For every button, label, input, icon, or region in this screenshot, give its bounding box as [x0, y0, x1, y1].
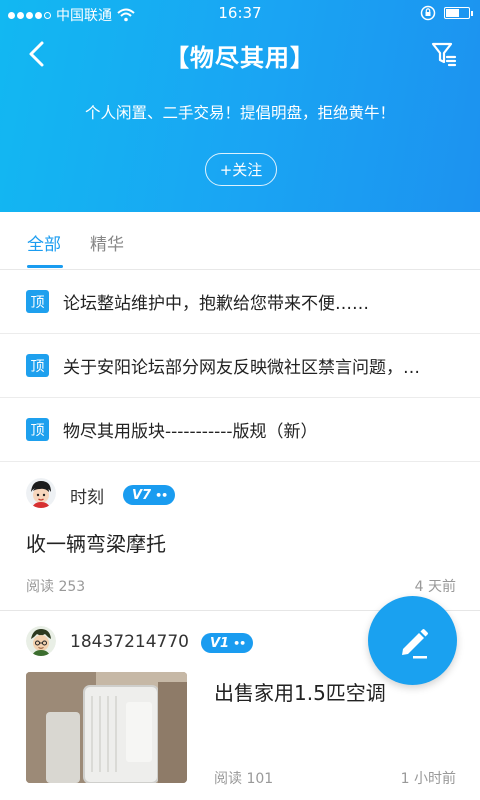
- pinned-title: 关于安阳论坛部分网友反映微社区禁言问题，…: [63, 358, 420, 378]
- tab-bar: 全部 精华: [0, 212, 480, 270]
- pinned-post[interactable]: 顶 物尽其用版块-----------版规（新）: [0, 398, 480, 462]
- avatar[interactable]: [26, 626, 56, 656]
- cartoon-avatar-icon: [26, 626, 56, 656]
- post-title: 收一辆弯梁摩托: [26, 532, 166, 556]
- pinned-badge: 顶: [26, 418, 49, 441]
- level-badge: V7 ••: [123, 485, 176, 505]
- forum-board-page: 中国联通 16:37 【物尽其用】 个人闲置、二手交易！提倡明盘，拒绝黄牛！ +…: [0, 0, 480, 800]
- pinned-post[interactable]: 顶 论坛整站维护中，抱歉给您带来不便……: [0, 270, 480, 334]
- tab-all[interactable]: 全部: [27, 230, 61, 255]
- nav-bar: 【物尽其用】: [0, 28, 480, 80]
- battery-icon: [444, 7, 473, 19]
- status-bar: 中国联通 16:37: [0, 0, 480, 28]
- post-card[interactable]: 时刻 V7 •• 收一辆弯梁摩托 阅读 253 4 天前: [0, 462, 480, 610]
- level-badge: V1 ••: [201, 633, 254, 653]
- pinned-title: 物尽其用版块-----------版规（新）: [63, 422, 318, 442]
- new-post-button[interactable]: [368, 596, 457, 685]
- rotation-lock-icon: [420, 5, 436, 21]
- post-thumbnail[interactable]: [26, 672, 187, 783]
- post-time: 4 天前: [414, 579, 456, 595]
- post-author[interactable]: 时刻: [70, 483, 104, 508]
- post-time: 1 小时前: [400, 771, 456, 787]
- read-count: 阅读 253: [26, 579, 86, 595]
- follow-button[interactable]: +关注: [205, 153, 277, 186]
- active-tab-indicator: [27, 265, 63, 268]
- cartoon-avatar-icon: [26, 478, 56, 508]
- read-count: 阅读 101: [214, 771, 274, 787]
- avatar[interactable]: [26, 478, 56, 508]
- board-slogan: 个人闲置、二手交易！提倡明盘，拒绝黄牛！: [84, 104, 395, 122]
- status-time: 16:37: [218, 4, 262, 22]
- filter-icon[interactable]: [430, 40, 458, 68]
- level-label: V1: [210, 635, 230, 651]
- pinned-badge: 顶: [26, 354, 49, 377]
- pinned-title: 论坛整站维护中，抱歉给您带来不便……: [63, 294, 369, 314]
- pinned-badge: 顶: [26, 290, 49, 313]
- air-conditioner-photo: [26, 672, 187, 783]
- board-title: 【物尽其用】: [165, 44, 315, 72]
- post-title: 出售家用1.5匹空调: [214, 681, 386, 705]
- board-header: 中国联通 16:37 【物尽其用】 个人闲置、二手交易！提倡明盘，拒绝黄牛！ +…: [0, 0, 480, 212]
- level-label: V7: [132, 487, 152, 503]
- post-author[interactable]: 18437214770: [70, 632, 189, 652]
- pencil-edit-icon: [401, 628, 428, 658]
- pinned-post[interactable]: 顶 关于安阳论坛部分网友反映微社区禁言问题，…: [0, 334, 480, 398]
- status-right: [420, 5, 473, 21]
- tab-featured[interactable]: 精华: [90, 230, 124, 255]
